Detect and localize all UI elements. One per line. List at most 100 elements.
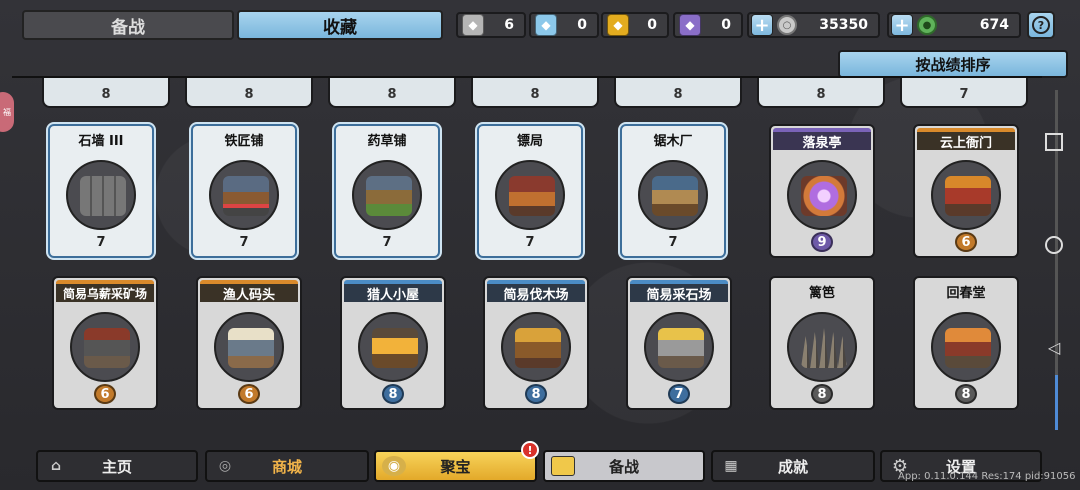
building-card[interactable]: 渔人码头 6	[196, 276, 302, 410]
building-card[interactable]: 镖局 7	[477, 124, 583, 258]
card-row-top-partial: 8 8 8 8 8 8 7	[0, 78, 1040, 110]
card-peek[interactable]: 8	[471, 78, 599, 108]
card-level: 8	[244, 87, 254, 102]
silver-value: 35350	[819, 17, 868, 33]
card-level: 7	[668, 384, 690, 404]
card-peek[interactable]: 8	[185, 78, 313, 108]
version-info: App: 0.11.0.144 Res:174 pid:91056	[898, 471, 1076, 482]
card-title: 落泉亭	[773, 128, 871, 151]
building-image	[66, 160, 136, 230]
card-title: 镖局	[516, 133, 543, 149]
card-level: 6	[94, 384, 116, 404]
tab-prep[interactable]: 备战	[22, 10, 234, 40]
card-level: 6	[955, 232, 977, 252]
card-level: 7	[525, 234, 535, 250]
scrollbar-thumb[interactable]	[1055, 375, 1058, 430]
achievement-icon: ▦	[724, 458, 738, 474]
card-title: 云上衙门	[917, 128, 1015, 151]
card-title: 篱笆	[808, 285, 835, 301]
card-level: 7	[668, 234, 678, 250]
building-card[interactable]: 简易采石场 7	[626, 276, 732, 410]
card-level: 8	[816, 87, 826, 102]
jade-value: 674	[979, 17, 1009, 33]
card-level: 7	[959, 87, 969, 102]
card-title: 简易采石场	[630, 280, 728, 303]
home-circle-icon[interactable]	[1045, 236, 1063, 254]
building-image	[644, 312, 714, 382]
building-card[interactable]: 铁匠铺 7	[191, 124, 297, 258]
building-card[interactable]: 云上衙门 6	[913, 124, 1019, 258]
card-title: 锯木厂	[653, 133, 693, 149]
tab-favorites[interactable]: 收藏	[237, 10, 443, 40]
card-level: 8	[382, 384, 404, 404]
nav-prep[interactable]: 备战	[543, 450, 705, 482]
building-card[interactable]: 猎人小屋 8	[340, 276, 446, 410]
building-image	[358, 312, 428, 382]
add-silver-button[interactable]: +	[751, 14, 773, 36]
nav-label: 成就	[777, 457, 808, 476]
gold-shield-icon: ◆	[607, 14, 629, 36]
purple-mask-icon: ◆	[679, 14, 701, 36]
card-level: 9	[811, 232, 833, 252]
card-level: 7	[96, 234, 106, 250]
building-card[interactable]: 简易乌薪采矿场 6	[52, 276, 158, 410]
nav-shop[interactable]: ◎ 商城	[205, 450, 369, 482]
card-title: 药草铺	[367, 133, 407, 149]
building-card[interactable]: 药草铺 7	[334, 124, 440, 258]
building-image	[209, 160, 279, 230]
recent-apps-icon[interactable]	[1045, 133, 1063, 151]
building-card[interactable]: 锯木厂 7	[620, 124, 726, 258]
silver-coin-icon: ○	[777, 15, 797, 35]
resource-gold-shield: ◆ 0	[601, 12, 669, 38]
card-level: 8	[101, 87, 111, 102]
nav-achievement[interactable]: ▦ 成就	[711, 450, 875, 482]
top-bar: 备战 收藏 ◆ 6 ◆ 0 ◆ 0 ◆ 0 + ○ 35350 + ● 674 …	[0, 0, 1080, 48]
sort-by-record-button[interactable]: 按战绩排序	[838, 50, 1068, 78]
card-title: 猎人小屋	[344, 280, 442, 303]
card-peek[interactable]: 7	[900, 78, 1028, 108]
building-card[interactable]: 石墙 III 7	[48, 124, 154, 258]
card-level: 8	[673, 87, 683, 102]
back-triangle-icon[interactable]: ◁	[1045, 338, 1063, 357]
card-title: 回春堂	[946, 285, 986, 301]
currency-jade: + ● 674	[887, 12, 1021, 38]
resource-value: 6	[504, 17, 514, 33]
question-icon: ?	[1032, 16, 1050, 34]
home-icon: ⌂	[50, 458, 62, 474]
building-image	[931, 312, 1001, 382]
building-card[interactable]: 篱笆 8	[769, 276, 875, 410]
nav-label: 备战	[608, 457, 639, 476]
building-image	[501, 312, 571, 382]
resource-value: 0	[721, 17, 731, 33]
nav-home[interactable]: ⌂ 主页	[36, 450, 198, 482]
nav-label: 主页	[101, 457, 132, 476]
card-level: 6	[238, 384, 260, 404]
card-level: 8	[955, 384, 977, 404]
card-peek[interactable]: 8	[614, 78, 742, 108]
nav-label: 聚宝	[440, 457, 471, 476]
treasure-pot-icon: ◉	[382, 456, 406, 476]
help-button[interactable]: ?	[1027, 11, 1055, 39]
card-icon	[551, 456, 575, 476]
card-title: 铁匠铺	[224, 133, 264, 149]
building-card[interactable]: 落泉亭 9	[769, 124, 875, 258]
card-peek[interactable]: 8	[328, 78, 456, 108]
card-peek[interactable]: 8	[42, 78, 170, 108]
building-image	[787, 312, 857, 382]
building-image	[214, 312, 284, 382]
bottom-nav: ⌂ 主页 ◎ 商城 ◉ 聚宝 备战 ▦ 成就 ⚙ 设置	[0, 446, 1080, 490]
resource-blue-crystal: ◆ 0	[529, 12, 599, 38]
card-peek[interactable]: 8	[757, 78, 885, 108]
add-jade-button[interactable]: +	[891, 14, 913, 36]
building-image	[638, 160, 708, 230]
currency-silver: + ○ 35350	[747, 12, 880, 38]
building-card[interactable]: 简易伐木场 8	[483, 276, 589, 410]
card-level: 8	[530, 87, 540, 102]
resource-value: 0	[577, 17, 587, 33]
building-image	[787, 160, 857, 230]
notification-badge: !	[521, 441, 539, 459]
card-level: 8	[387, 87, 397, 102]
blue-crystal-icon: ◆	[535, 14, 557, 36]
building-card[interactable]: 回春堂 8	[913, 276, 1019, 410]
nav-treasure[interactable]: ◉ 聚宝	[374, 450, 537, 482]
